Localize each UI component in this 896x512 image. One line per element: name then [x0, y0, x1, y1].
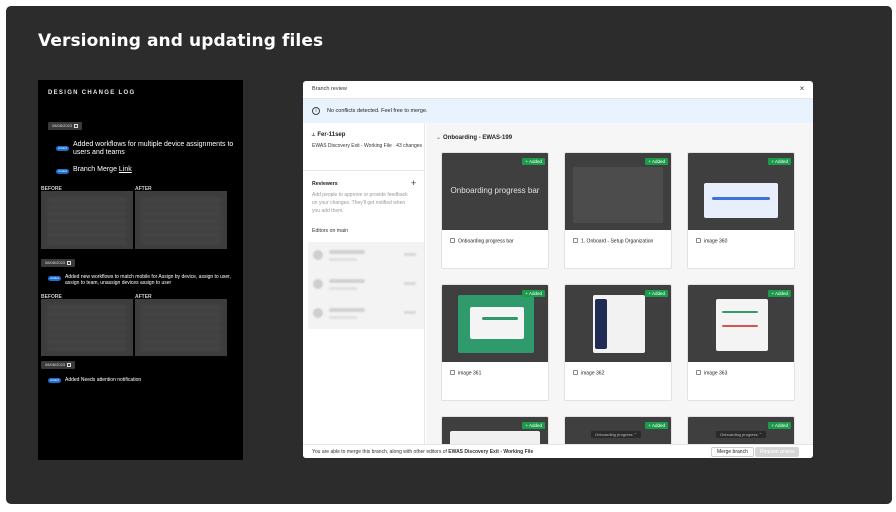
presentation-slide: Versioning and updating files DESIGN CHA…	[6, 6, 892, 504]
card-thumbnail: + Added	[442, 417, 548, 444]
change-card[interactable]: Onboarding progress bar + Added Onboardi…	[441, 152, 549, 269]
change-entry-text: Added new workflows to match mobile for …	[65, 274, 231, 286]
branch-merge-link[interactable]: Link	[119, 166, 132, 173]
image-icon	[696, 238, 701, 243]
branch-review-dialog: Branch review × i No conflicts detected.…	[303, 81, 813, 458]
chevron-down-icon: ⌄	[436, 135, 442, 141]
merge-branch-button[interactable]: Merge branch	[711, 447, 754, 457]
change-card[interactable]: Onboarding progress ⌃ + Added	[564, 416, 672, 444]
editor-row	[308, 242, 424, 271]
change-entry-text: Added workflows for multiple device assi…	[73, 141, 234, 156]
changes-pane: ⌄ Onboarding - EWAS-199 Onboarding progre…	[426, 123, 813, 444]
change-entry-text: Added Needs attention notification	[65, 377, 142, 383]
dialog-footer: You are able to merge this branch, along…	[303, 444, 813, 458]
added-badge: + Added	[768, 158, 791, 165]
close-icon[interactable]: ×	[797, 84, 807, 94]
card-thumbnail: + Added	[565, 153, 671, 230]
dialog-title: Branch review	[312, 86, 347, 92]
card-thumbnail: + Added	[688, 285, 794, 362]
added-badge: + Added	[522, 290, 545, 297]
card-thumbnail: + Added	[565, 285, 671, 362]
added-tag: Added	[56, 146, 69, 151]
editor-row	[308, 300, 424, 329]
change-log-title: DESIGN CHANGE LOG	[48, 90, 136, 96]
added-tag: Added	[56, 169, 69, 174]
editor-row	[308, 271, 424, 300]
date-chip: 08/08/2023	[48, 122, 83, 130]
before-screenshot	[41, 299, 133, 356]
added-badge: + Added	[522, 422, 545, 429]
thumbnail-caption: Onboarding progress ⌃	[591, 431, 642, 438]
after-screenshot	[135, 299, 227, 356]
calendar-icon	[67, 260, 72, 265]
card-label: Onboarding progress bar	[450, 238, 514, 245]
no-conflicts-banner: i No conflicts detected. Feel free to me…	[303, 99, 813, 123]
frame-icon	[573, 238, 578, 243]
branch-name: ⥿ Fer-11sep	[312, 132, 346, 138]
card-label: 1. Onboard - Setup Organization	[573, 238, 653, 245]
thumbnail-text: Onboarding progress bar	[450, 186, 540, 195]
after-screenshot	[135, 191, 227, 249]
card-label: image 360	[696, 238, 727, 245]
divider	[303, 170, 425, 171]
date-chip: 08/08/2023	[41, 259, 76, 267]
dialog-header: Branch review ×	[303, 81, 813, 99]
date-chip: 08/08/2023	[41, 361, 76, 369]
calendar-icon	[67, 362, 72, 367]
request-review-button[interactable]: Request review	[755, 447, 800, 457]
avatar	[313, 279, 323, 289]
added-badge: + Added	[768, 290, 791, 297]
add-reviewer-icon[interactable]: +	[411, 178, 416, 188]
card-thumbnail: Onboarding progress bar + Added	[442, 153, 548, 230]
change-card[interactable]: + Added	[441, 416, 549, 444]
avatar	[313, 308, 323, 318]
merge-info-text: You are able to merge this branch, along…	[312, 449, 534, 455]
reviewers-label: Reviewers	[312, 181, 338, 187]
card-thumbnail: Onboarding progress ⌃ + Added	[565, 417, 671, 444]
avatar	[313, 250, 323, 260]
image-icon	[450, 370, 455, 375]
card-label: image 361	[450, 370, 481, 377]
added-badge: + Added	[645, 422, 668, 429]
branch-details-pane: ⥿ Fer-11sep EWAS Discovery Exit - Working…	[303, 123, 425, 458]
change-card[interactable]: Onboarding progress ⌃ + Added	[687, 416, 795, 444]
reviewers-hint: Add people to approve or provide feedbac…	[312, 192, 408, 214]
card-thumbnail: + Added	[688, 153, 794, 230]
editors-label: Editors on main	[312, 228, 349, 234]
change-card[interactable]: + Added 1. Onboard - Setup Organization	[564, 152, 672, 269]
banner-text: No conflicts detected. Feel free to merg…	[327, 108, 428, 114]
text-icon	[450, 238, 455, 243]
before-screenshot	[41, 191, 133, 249]
card-label: image 362	[573, 370, 604, 377]
added-tag: Added	[48, 378, 61, 383]
calendar-icon	[74, 123, 79, 128]
change-card[interactable]: + Added image 361	[441, 284, 549, 401]
card-thumbnail: + Added	[442, 285, 548, 362]
page-section-title[interactable]: ⌄ Onboarding - EWAS-199	[436, 134, 512, 141]
info-icon: i	[312, 107, 320, 115]
branch-icon: ⥿	[312, 132, 316, 138]
added-badge: + Added	[768, 422, 791, 429]
change-entry-text: Branch Merge Link	[73, 166, 132, 173]
branch-file-changes: EWAS Discovery Exit - Working File · 43 …	[312, 143, 423, 149]
added-badge: + Added	[645, 158, 668, 165]
design-change-log: DESIGN CHANGE LOG 08/08/2023 Added Added…	[38, 80, 243, 460]
added-badge: + Added	[522, 158, 545, 165]
image-icon	[573, 370, 578, 375]
slide-title: Versioning and updating files	[38, 31, 324, 51]
image-icon	[696, 370, 701, 375]
thumbnail-caption: Onboarding progress ⌃	[716, 431, 767, 438]
card-label: image 363	[696, 370, 727, 377]
change-card[interactable]: + Added image 362	[564, 284, 672, 401]
card-thumbnail: Onboarding progress ⌃ + Added	[688, 417, 794, 444]
added-badge: + Added	[645, 290, 668, 297]
change-card[interactable]: + Added image 363	[687, 284, 795, 401]
added-tag: Added	[48, 276, 61, 281]
change-card[interactable]: + Added image 360	[687, 152, 795, 269]
